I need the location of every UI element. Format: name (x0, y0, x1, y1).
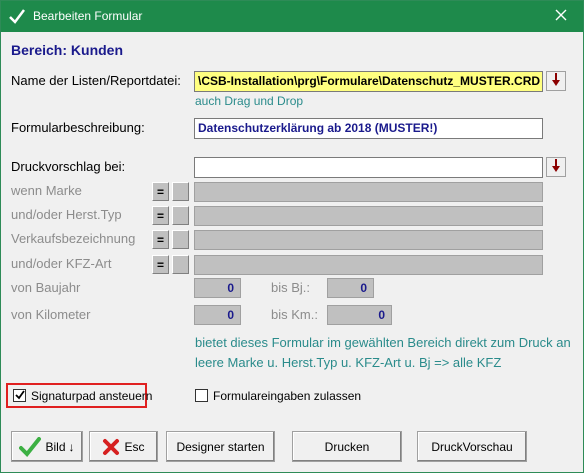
filter-label-brand: wenn Marke (11, 183, 82, 198)
km-to-label: bis Km.: (271, 307, 318, 322)
filter-select-brand[interactable] (172, 182, 189, 201)
print-preview-button[interactable]: DruckVorschau (417, 431, 527, 462)
km-from-label: von Kilometer (11, 307, 91, 322)
filter-label-vehicle-type: und/oder KFZ-Art (11, 256, 112, 271)
file-label: Name der Listen/Reportdatei: (11, 73, 181, 88)
checkmark-icon (19, 436, 42, 457)
arrow-down-icon (551, 72, 561, 90)
km-from-input[interactable]: 0 (194, 305, 241, 325)
description-label: Formularbeschreibung: (11, 120, 145, 135)
designer-button[interactable]: Designer starten (166, 431, 275, 462)
filter-label-sales-name: Verkaufsbezeichnung (11, 231, 136, 246)
filter-operator-sales-name[interactable]: = (152, 230, 169, 249)
print-button[interactable]: Drucken (292, 431, 402, 462)
arrow-down-icon (551, 158, 561, 176)
filter-input-brand[interactable] (194, 182, 543, 202)
km-to-input[interactable]: 0 (327, 305, 392, 325)
checkmark-icon (9, 8, 25, 24)
filter-label-type: und/oder Herst.Typ (11, 207, 122, 222)
filter-operator-brand[interactable]: = (152, 182, 169, 201)
year-from-input[interactable]: 0 (194, 278, 241, 298)
signature-label: Signaturpad ansteuern (31, 389, 153, 403)
filter-select-sales-name[interactable] (172, 230, 189, 249)
checkmark-icon (14, 388, 25, 403)
bild-label: Bild (45, 439, 66, 454)
filter-input-type[interactable] (194, 206, 543, 226)
section-title: Bereich: Kunden (11, 42, 124, 58)
preview-dropdown-button[interactable] (546, 157, 566, 177)
year-to-label: bis Bj.: (271, 280, 311, 295)
filter-select-type[interactable] (172, 206, 189, 225)
form-input-checkbox[interactable] (195, 389, 208, 402)
signature-checkbox[interactable] (13, 389, 26, 402)
close-icon (555, 9, 567, 24)
close-button[interactable] (538, 1, 583, 32)
filter-operator-vehicle-type[interactable]: = (152, 255, 169, 274)
filter-operator-type[interactable]: = (152, 206, 169, 225)
cancel-icon (102, 438, 120, 456)
dialog-window: Bearbeiten Formular Bereich: Kunden Name… (0, 0, 584, 473)
preview-label: Druckvorschlag bei: (11, 159, 126, 174)
esc-label: Esc (124, 439, 145, 454)
filter-select-vehicle-type[interactable] (172, 255, 189, 274)
esc-button[interactable]: Esc (89, 431, 158, 462)
bild-button[interactable]: Bild ↓ (11, 431, 83, 462)
year-from-label: von Baujahr (11, 280, 81, 295)
arrow-down-icon: ↓ (68, 439, 75, 454)
year-to-input[interactable]: 0 (327, 278, 374, 298)
form-input-label: Formulareingaben zulassen (213, 389, 362, 403)
file-dropdown-button[interactable] (546, 71, 566, 91)
filter-input-vehicle-type[interactable] (194, 255, 543, 275)
info-text-line-1: bietet dieses Formular im gewählten Bere… (195, 335, 571, 350)
info-text-line-2: leere Marke u. Herst.Typ u. KFZ-Art u. B… (195, 355, 502, 370)
title-bar: Bearbeiten Formular (1, 1, 583, 32)
drag-drop-hint: auch Drag und Drop (195, 94, 304, 108)
filter-input-sales-name[interactable] (194, 230, 543, 250)
report-file-input[interactable]: \CSB-Installation\prg\Formulare\Datensch… (194, 71, 543, 92)
window-title: Bearbeiten Formular (33, 9, 143, 23)
description-input[interactable]: Datenschutzerklärung ab 2018 (MUSTER!) (194, 118, 543, 139)
print-suggestion-input[interactable] (194, 157, 543, 178)
